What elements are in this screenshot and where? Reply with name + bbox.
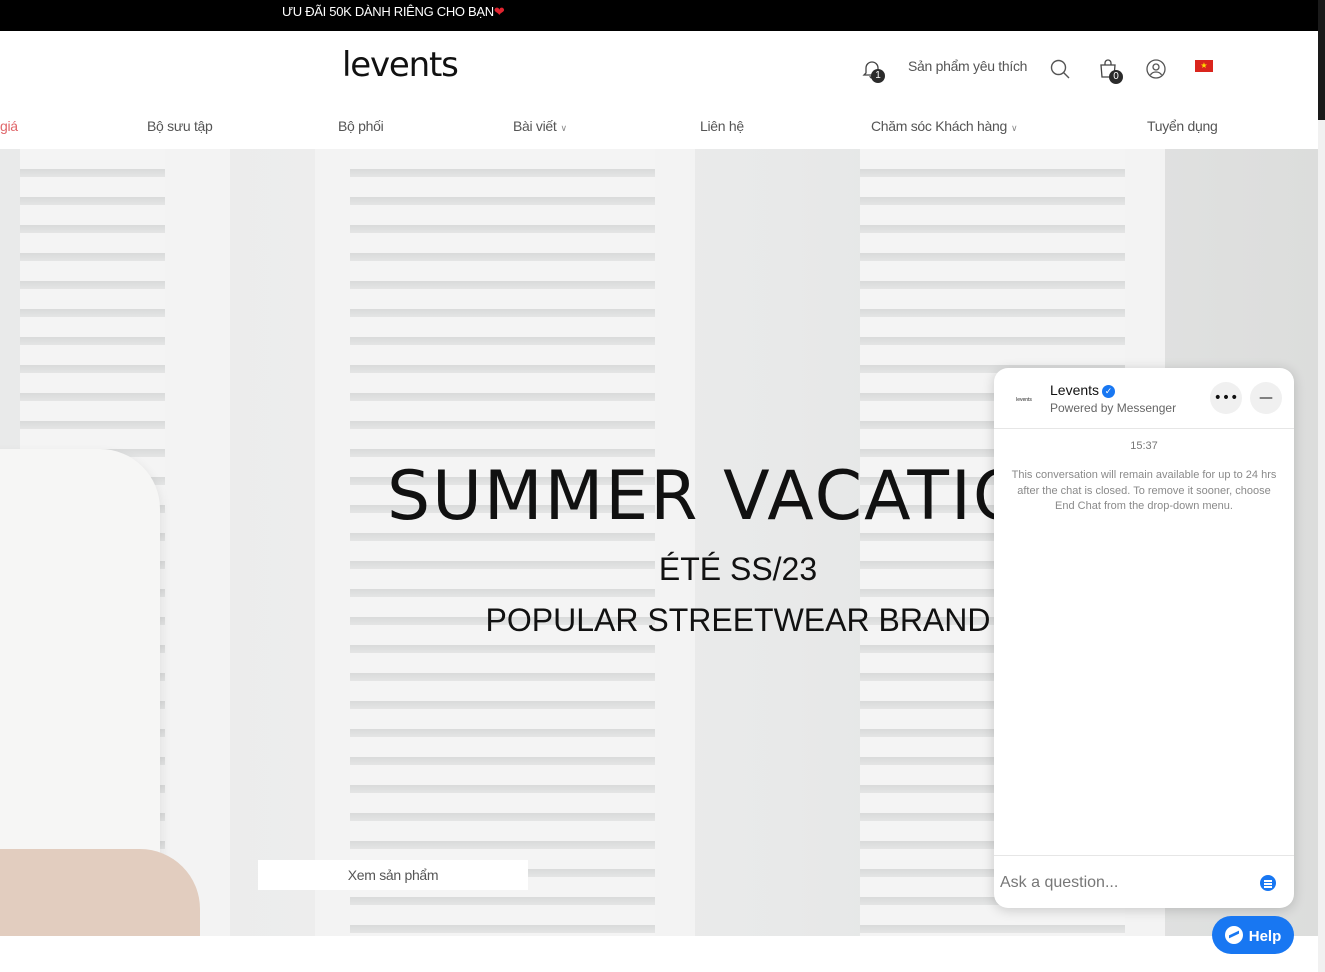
chat-minimize-button[interactable]: — [1250,382,1282,414]
scrollbar-track[interactable] [1318,0,1325,972]
door-frame [160,149,230,936]
nav-item-outfits[interactable]: Bộ phối [338,118,384,134]
nav-item-articles-label: Bài viết [513,118,557,134]
verified-badge-icon: ✓ [1102,385,1116,398]
notification-bell-icon[interactable]: 1 [860,57,885,83]
notification-badge: 1 [871,69,885,83]
favorites-link[interactable]: Sản phẩm yêu thích [908,58,1027,74]
scrollbar-thumb[interactable] [1318,0,1325,120]
promo-label: ƯU ĐÃI 50K DÀNH RIÊNG CHO BẠN [282,4,494,19]
nav-item-contact[interactable]: Liên hệ [700,118,744,134]
messenger-icon [1224,925,1243,944]
vietnam-flag-icon[interactable]: ★ [1195,60,1213,72]
heart-icon: ❤ [493,4,505,19]
chat-menu-icon[interactable] [1260,875,1276,891]
main-nav: giá Bộ sưu tập Bộ phối Bài viết ∨ Liên hệ… [0,101,1318,149]
chat-page-name-text: Levents [1050,382,1100,398]
chat-retention-notice: This conversation will remain available … [1011,469,1277,512]
nav-item-collections[interactable]: Bộ sưu tập [147,118,213,134]
nav-item-customer-care-label: Chăm sóc Khách hàng [871,118,1007,134]
view-products-button[interactable]: Xem sản phẩm [258,860,528,890]
messenger-help-button[interactable]: Help [1212,916,1294,954]
flag-star: ★ [1200,61,1208,70]
nav-item-careers[interactable]: Tuyển dụng [1147,118,1218,134]
chat-page-name: Levents ✓ [1050,382,1116,398]
chat-timestamp: 15:37 [1130,440,1158,452]
hero-title: SUMMER VACATIO [387,457,1029,536]
model-arm [0,849,200,936]
door-frame [655,149,695,936]
nav-item-articles[interactable]: Bài viết ∨ [513,118,567,134]
chat-question-input[interactable] [998,868,1252,898]
cart-badge: 0 [1109,70,1123,84]
chat-more-options-button[interactable]: ••• [1210,382,1242,414]
chevron-down-icon: ∨ [1010,123,1018,133]
chat-powered-by: Powered by Messenger [1050,401,1177,415]
logo[interactable]: levents [342,45,459,85]
chevron-down-icon: ∨ [560,123,568,133]
chat-header: levents Levents ✓ Powered by Messenger ••… [994,368,1294,429]
messenger-chat-widget: levents Levents ✓ Powered by Messenger ••… [994,368,1294,908]
cart-icon[interactable]: 0 [1096,57,1123,84]
chat-composer [994,855,1294,908]
promo-text[interactable]: ƯU ĐÃI 50K DÀNH RIÊNG CHO BẠN❤ [282,0,505,24]
nav-item-customer-care[interactable]: Chăm sóc Khách hàng ∨ [871,118,1018,134]
shutter-panel [350,149,660,936]
help-label: Help [1248,927,1282,945]
nav-item-price[interactable]: giá [0,118,18,134]
chat-brand-logo: levents [1016,397,1032,403]
site-header: levents 1 Sản phẩm yêu thích 0 ★ [0,31,1318,102]
door-frame [315,149,355,936]
account-icon[interactable] [1144,57,1168,81]
promo-bar: ƯU ĐÃI 50K DÀNH RIÊNG CHO BẠN❤ [0,0,1318,31]
search-icon[interactable] [1048,57,1072,81]
